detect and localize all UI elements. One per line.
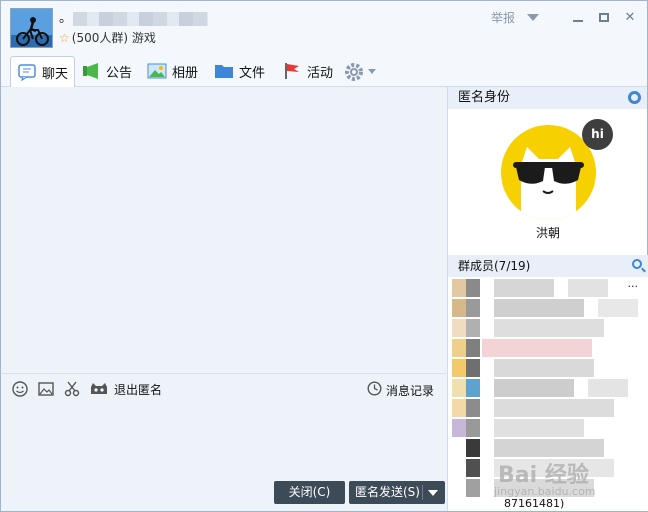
anonymous-mask-icon[interactable] [90,381,108,397]
report-button[interactable]: 举报 [491,9,515,26]
group-name: 。 [59,11,73,26]
member-id-fragment: 87161481) [504,497,565,510]
group-chat-window: 。 ☆ (500人群) 游戏 举报 ✕ 聊天 公告 相册 文件 活动 退出匿名 … [0,0,648,512]
chat-bubble-icon [17,63,37,82]
photo-album-icon [147,62,167,80]
input-toolbar: 退出匿名 消息记录 [2,374,446,404]
list-item[interactable] [448,379,648,397]
bottom-action-bar: 关闭(C) 匿名发送(S) [2,479,446,511]
list-item[interactable] [448,299,648,317]
group-avatar[interactable] [10,8,53,48]
anonymous-send-label: 匿名发送(S) [355,485,420,499]
members-header: 群成员(7/19) [448,255,648,277]
group-info-text: (500人群) 游戏 [71,31,156,45]
right-side-panel: 匿名身份 hi 洪朝 群成员(7/19) ··· Bai 经验 jingyan.… [447,87,648,511]
message-input[interactable] [2,404,446,479]
message-area[interactable] [2,87,446,373]
emoji-icon[interactable] [12,381,28,397]
tab-announcement[interactable]: 公告 [75,56,138,86]
tab-bar: 聊天 公告 相册 文件 活动 [1,53,647,88]
tab-announcement-label: 公告 [106,65,133,81]
star-icon: ☆ [59,31,70,45]
anonymous-settings-icon[interactable] [628,91,641,104]
tab-chat-label: 聊天 [42,66,69,82]
members-title: 群成员(7/19) [458,259,531,273]
tab-album[interactable]: 相册 [141,56,204,86]
maximize-button[interactable] [597,11,611,25]
tab-album-label: 相册 [172,65,199,81]
exit-anonymous-button[interactable]: 退出匿名 [114,381,162,398]
tab-activity[interactable]: 活动 [276,56,339,86]
hi-speech-bubble: hi [582,119,613,150]
anonymous-send-button[interactable]: 匿名发送(S) [349,481,445,504]
menu-dropdown-icon[interactable] [527,14,539,21]
list-item[interactable] [448,339,648,357]
button-separator [422,485,423,500]
image-icon[interactable] [38,381,54,397]
settings-dropdown-icon [368,68,376,74]
message-history-button[interactable]: 消息记录 [367,381,434,399]
gear-icon [343,62,363,81]
list-item[interactable] [448,319,648,337]
folder-icon [214,62,234,80]
tab-files-label: 文件 [239,65,266,81]
tab-settings-more[interactable] [337,56,382,86]
tab-activity-label: 活动 [307,65,334,81]
send-options-dropdown-icon[interactable] [428,490,438,496]
tab-chat[interactable]: 聊天 [10,56,76,88]
anonymous-identity-header: 匿名身份 [448,87,647,109]
flag-icon [282,62,302,80]
list-item[interactable]: ··· [448,279,648,297]
anonymous-identity-title: 匿名身份 [458,90,511,105]
close-button[interactable]: 关闭(C) [274,481,345,504]
anonymous-nickname: 洪朝 [535,226,560,240]
megaphone-icon [81,62,101,80]
window-header: 。 ☆ (500人群) 游戏 举报 ✕ [1,1,647,53]
message-history-label: 消息记录 [385,383,434,398]
close-window-button[interactable]: ✕ [623,10,637,25]
minimize-button[interactable] [571,11,585,25]
more-members-label[interactable]: ··· [628,280,639,293]
member-list[interactable]: ··· Bai 经验 jingyan.baidu.com 87161481) [448,277,648,511]
list-item[interactable] [448,439,648,457]
scissors-icon[interactable] [64,381,80,397]
list-item[interactable] [448,359,648,377]
header-controls: 举报 ✕ [491,9,637,26]
group-info: ☆ (500人群) 游戏 [59,30,156,46]
redacted-group-name [73,12,208,26]
list-item[interactable] [448,399,648,417]
member-search-icon[interactable] [632,259,642,269]
list-item[interactable] [448,419,648,437]
tab-files[interactable]: 文件 [208,56,271,86]
clock-icon [367,381,382,399]
